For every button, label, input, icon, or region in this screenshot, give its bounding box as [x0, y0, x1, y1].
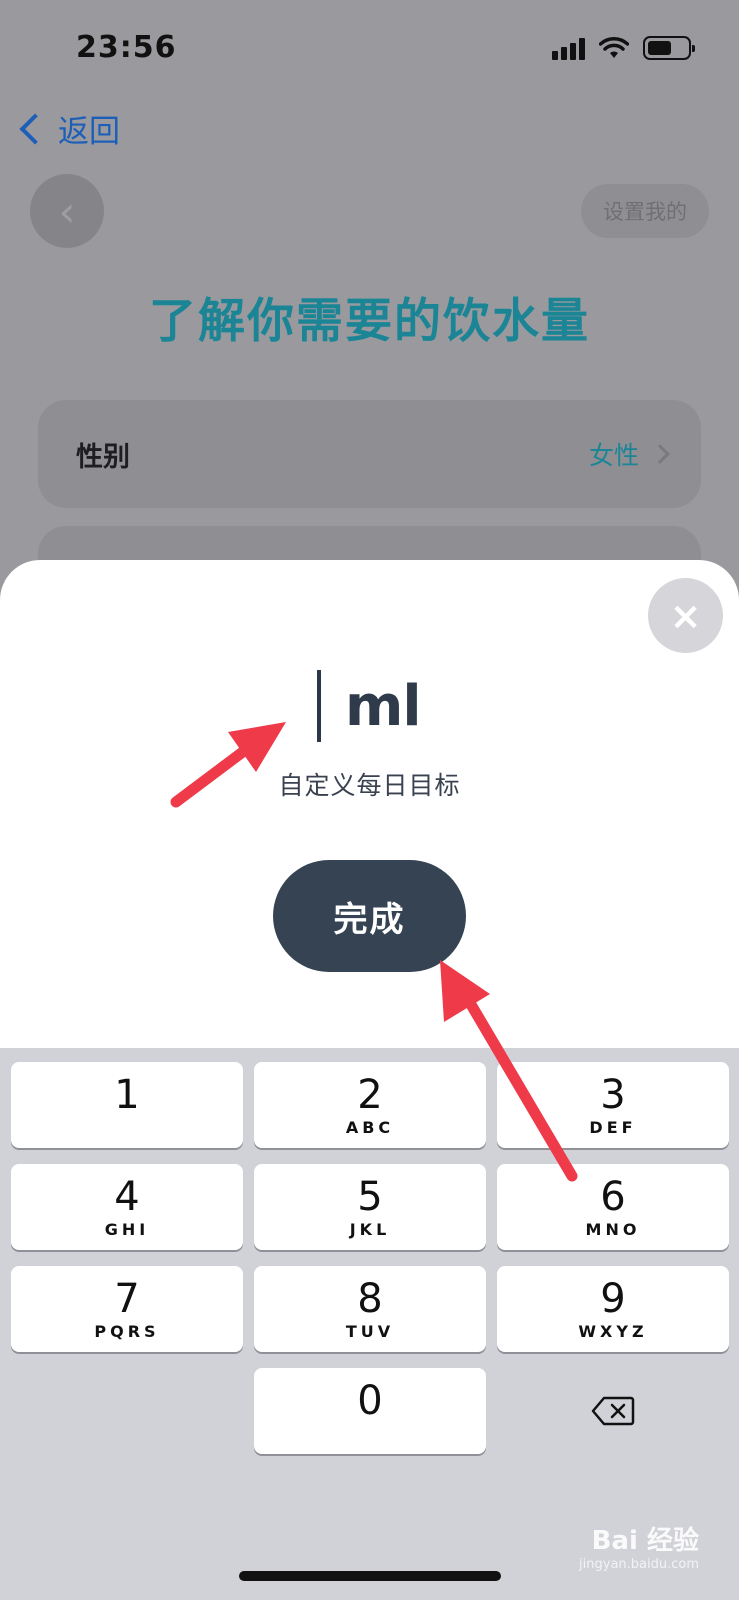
key-digit: 2: [357, 1072, 383, 1118]
set-mine-button[interactable]: 设置我的: [581, 184, 709, 238]
key-8[interactable]: 8 TUV: [254, 1266, 486, 1352]
key-letters: WXYZ: [578, 1322, 648, 1341]
battery-icon: [643, 36, 695, 60]
key-4[interactable]: 4 GHI: [11, 1164, 243, 1250]
gender-value: 女性: [588, 441, 639, 470]
baidu-watermark: Bai 经验 jingyan.baidu.com: [579, 1520, 699, 1572]
gender-value-group: 女性: [588, 436, 670, 472]
unit-label: ml: [345, 673, 422, 739]
close-icon: ×: [669, 593, 702, 638]
chevron-left-icon: ‹: [58, 186, 76, 236]
watermark-url: jingyan.baidu.com: [579, 1557, 699, 1572]
key-digit: 1: [114, 1072, 140, 1118]
status-icons: [552, 36, 695, 60]
key-letters: PQRS: [94, 1322, 160, 1341]
status-bar: 23:56: [0, 0, 739, 100]
back-label: 返回: [58, 114, 120, 150]
key-0[interactable]: 0: [254, 1368, 486, 1454]
key-digit: 0: [357, 1378, 383, 1424]
key-digit: 6: [600, 1174, 626, 1220]
close-button[interactable]: ×: [648, 578, 723, 653]
key-letters: TUV: [345, 1322, 395, 1341]
amount-input[interactable]: ml: [300, 668, 480, 744]
key-2[interactable]: 2 ABC: [254, 1062, 486, 1148]
key-digit: 7: [114, 1276, 140, 1322]
key-letters: MNO: [585, 1220, 641, 1239]
wifi-icon: [599, 37, 629, 58]
key-6[interactable]: 6 MNO: [497, 1164, 729, 1250]
home-indicator[interactable]: [239, 1571, 501, 1581]
delete-key[interactable]: [497, 1368, 729, 1454]
key-digit: 5: [357, 1174, 383, 1220]
numeric-keypad: 1 2 ABC 3 DEF 4 GHI 5 JKL 6 MNO 7 PQRS 8…: [0, 1048, 739, 1600]
custom-goal-label: 自定义每日目标: [278, 771, 461, 800]
key-digit: 9: [600, 1276, 626, 1322]
cellular-signal-icon: [552, 36, 585, 60]
gender-label: 性别: [76, 441, 130, 473]
delete-backspace-icon: [591, 1396, 635, 1426]
key-letters: ABC: [345, 1118, 395, 1137]
done-button[interactable]: 完成: [273, 860, 466, 972]
key-letters: GHI: [104, 1220, 150, 1239]
key-digit: 4: [114, 1174, 140, 1220]
key-digit: 3: [600, 1072, 626, 1118]
key-3[interactable]: 3 DEF: [497, 1062, 729, 1148]
key-9[interactable]: 9 WXYZ: [497, 1266, 729, 1352]
chevron-left-icon: [19, 112, 51, 145]
key-digit: 8: [357, 1276, 383, 1322]
status-time: 23:56: [76, 30, 177, 65]
back-button[interactable]: 返回: [16, 106, 120, 151]
text-cursor: [317, 670, 321, 742]
key-letters: DEF: [589, 1118, 637, 1137]
key-letters: JKL: [349, 1220, 391, 1239]
chevron-right-icon: [650, 444, 670, 464]
key-1[interactable]: 1: [11, 1062, 243, 1148]
watermark-brand: Bai 经验: [591, 1526, 699, 1556]
page-title: 了解你需要的饮水量: [149, 294, 590, 349]
key-5[interactable]: 5 JKL: [254, 1164, 486, 1250]
key-7[interactable]: 7 PQRS: [11, 1266, 243, 1352]
gender-row[interactable]: 性别 女性: [38, 400, 701, 508]
circle-back-button[interactable]: ‹: [30, 174, 104, 248]
